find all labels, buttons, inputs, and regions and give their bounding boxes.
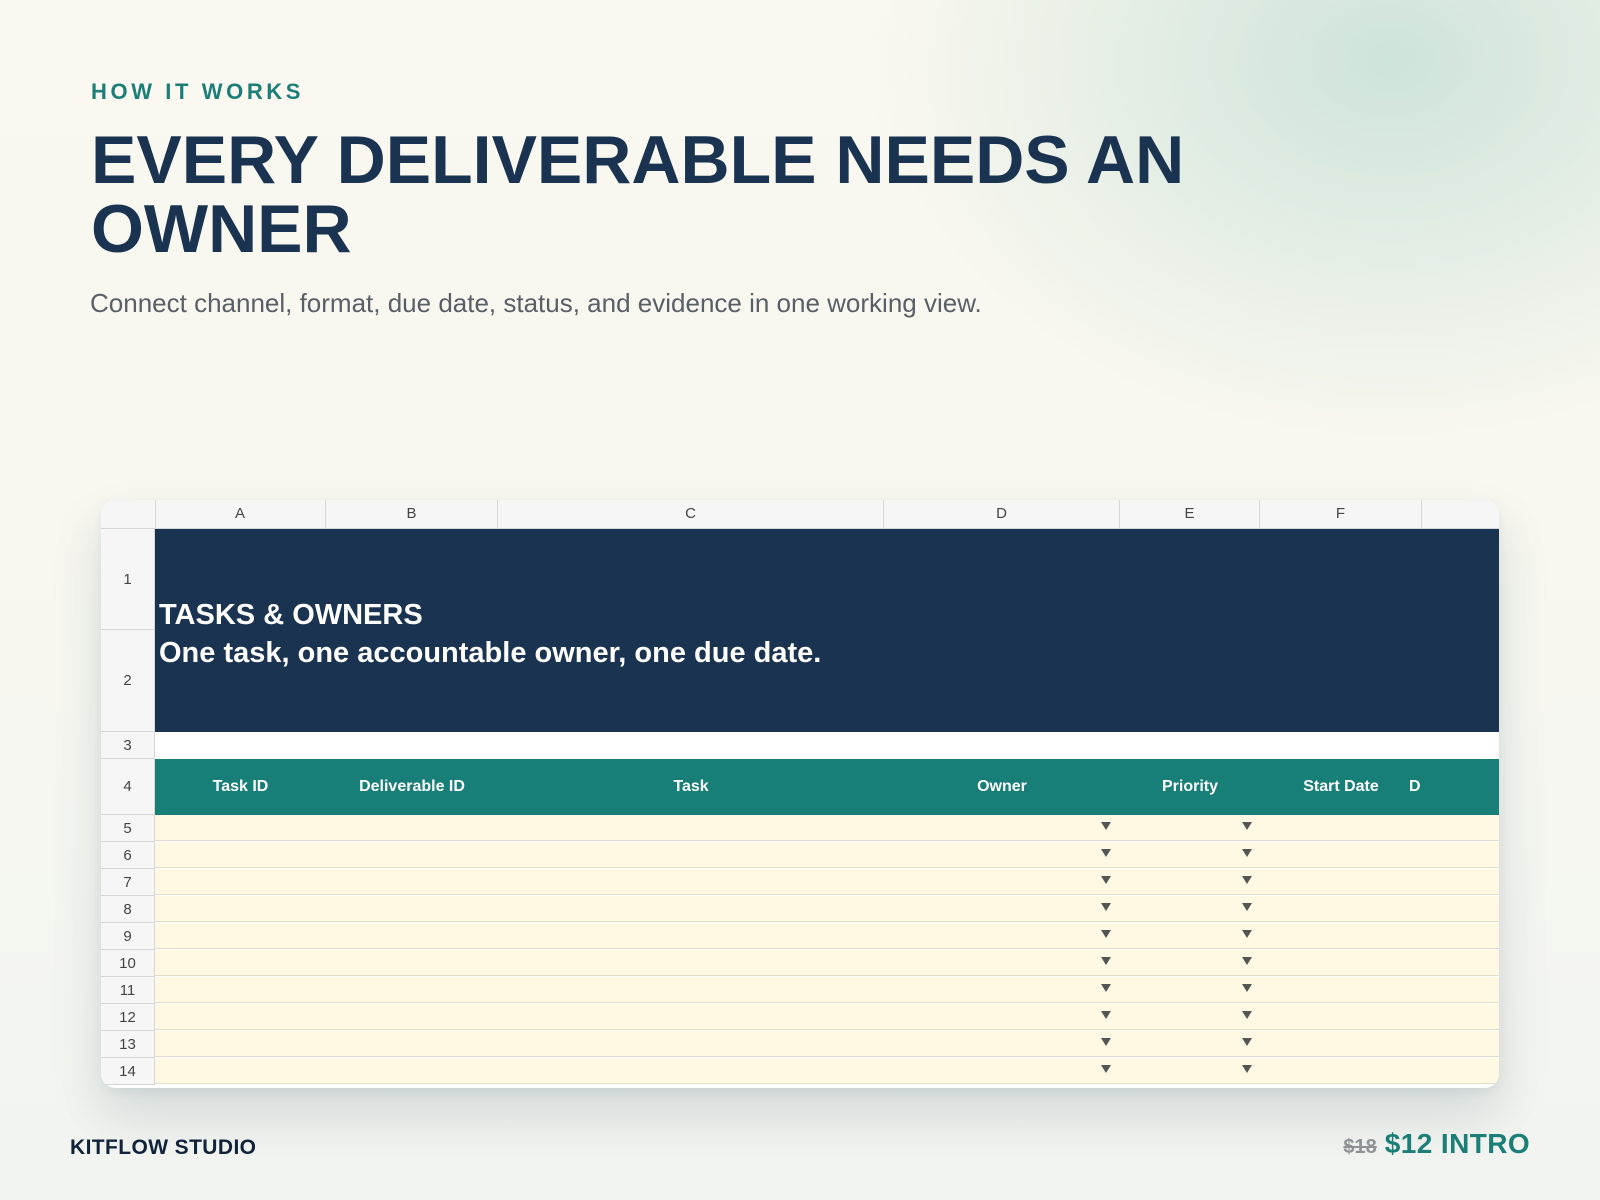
eyebrow: HOW IT WORKS (91, 79, 305, 104)
table-row[interactable] (155, 1004, 1499, 1030)
column-header-a[interactable]: A (155, 500, 326, 528)
row-header-13[interactable]: 13 (101, 1031, 155, 1058)
owner-dropdown-icon[interactable] (1101, 957, 1111, 965)
column-header-c[interactable]: C (498, 500, 884, 528)
intro-price: $12 INTRO (1384, 1128, 1530, 1159)
row-header-7[interactable]: 7 (101, 869, 155, 896)
page-title: EVERY DELIVERABLE NEEDS AN OWNER (91, 122, 1185, 267)
header-due-date-partial: D (1409, 778, 1421, 795)
table-row[interactable] (155, 923, 1499, 949)
page-subtitle: Connect channel, format, due date, statu… (90, 288, 982, 318)
owner-dropdown-icon[interactable] (1101, 876, 1111, 884)
owner-dropdown-icon[interactable] (1101, 1065, 1111, 1073)
row-header-9[interactable]: 9 (101, 923, 155, 950)
row-header-1[interactable]: 1 (101, 529, 155, 630)
owner-dropdown-icon[interactable] (1101, 1038, 1111, 1046)
table-row[interactable] (155, 977, 1499, 1003)
row-header-5[interactable]: 5 (101, 815, 155, 842)
table-row[interactable] (155, 896, 1499, 922)
column-header-d[interactable]: D (884, 500, 1120, 528)
header-task: Task (673, 778, 709, 795)
priority-dropdown-icon[interactable] (1242, 903, 1252, 911)
priority-dropdown-icon[interactable] (1242, 822, 1252, 830)
owner-dropdown-icon[interactable] (1101, 849, 1111, 857)
owner-dropdown-icon[interactable] (1101, 822, 1111, 830)
priority-dropdown-icon[interactable] (1242, 876, 1252, 884)
owner-dropdown-icon[interactable] (1101, 984, 1111, 992)
row-header-8[interactable]: 8 (101, 896, 155, 923)
column-header-f[interactable]: F (1260, 500, 1422, 528)
sheet-title-banner: TASKS & OWNERS One task, one accountable… (155, 529, 1499, 732)
old-price: $18 (1343, 1136, 1377, 1158)
row-header-14[interactable]: 14 (101, 1058, 155, 1085)
sheet-title: TASKS & OWNERS (159, 599, 423, 631)
row-header-11[interactable]: 11 (101, 977, 155, 1004)
owner-dropdown-icon[interactable] (1101, 1011, 1111, 1019)
spacer-row (155, 732, 1499, 759)
table-row[interactable] (155, 1031, 1499, 1057)
priority-dropdown-icon[interactable] (1242, 984, 1252, 992)
header-priority: Priority (1161, 778, 1218, 795)
header-task-id: Task ID (212, 778, 269, 795)
sheet-subtitle: One task, one accountable owner, one due… (159, 637, 822, 669)
priority-dropdown-icon[interactable] (1242, 930, 1252, 938)
table-row[interactable] (155, 815, 1499, 841)
column-header-b[interactable]: B (326, 500, 498, 528)
header-owner: Owner (977, 778, 1027, 795)
spreadsheet-preview: A B C D E F 1 2 3 4 5 6 7 8 9 10 11 12 13 14 TASKS & … (101, 500, 1499, 1088)
priority-dropdown-icon[interactable] (1242, 1038, 1252, 1046)
header-deliverable-id: Deliverable ID (359, 778, 465, 795)
table-row[interactable] (155, 950, 1499, 976)
row-header-4[interactable]: 4 (101, 759, 155, 815)
owner-dropdown-icon[interactable] (1101, 930, 1111, 938)
price-tag: $18 $12 INTRO (1343, 1128, 1530, 1160)
column-header-bar: A B C D E F (101, 500, 1499, 529)
select-all-corner[interactable] (101, 500, 156, 528)
brand-name: KITFLOW STUDIO (70, 1136, 257, 1159)
row-header-12[interactable]: 12 (101, 1004, 155, 1031)
priority-dropdown-icon[interactable] (1242, 1065, 1252, 1073)
table-row[interactable] (155, 842, 1499, 868)
row-header-2[interactable]: 2 (101, 630, 155, 732)
header-start-date: Start Date (1303, 778, 1379, 795)
column-header-e[interactable]: E (1120, 500, 1260, 528)
owner-dropdown-icon[interactable] (1101, 903, 1111, 911)
row-header-10[interactable]: 10 (101, 950, 155, 977)
priority-dropdown-icon[interactable] (1242, 1011, 1252, 1019)
priority-dropdown-icon[interactable] (1242, 957, 1252, 965)
table-row[interactable] (155, 1058, 1499, 1084)
priority-dropdown-icon[interactable] (1242, 849, 1252, 857)
row-header-6[interactable]: 6 (101, 842, 155, 869)
table-header-row: Task ID Deliverable ID Task Owner Priori… (155, 759, 1499, 815)
row-header-3[interactable]: 3 (101, 732, 155, 759)
table-row[interactable] (155, 869, 1499, 895)
